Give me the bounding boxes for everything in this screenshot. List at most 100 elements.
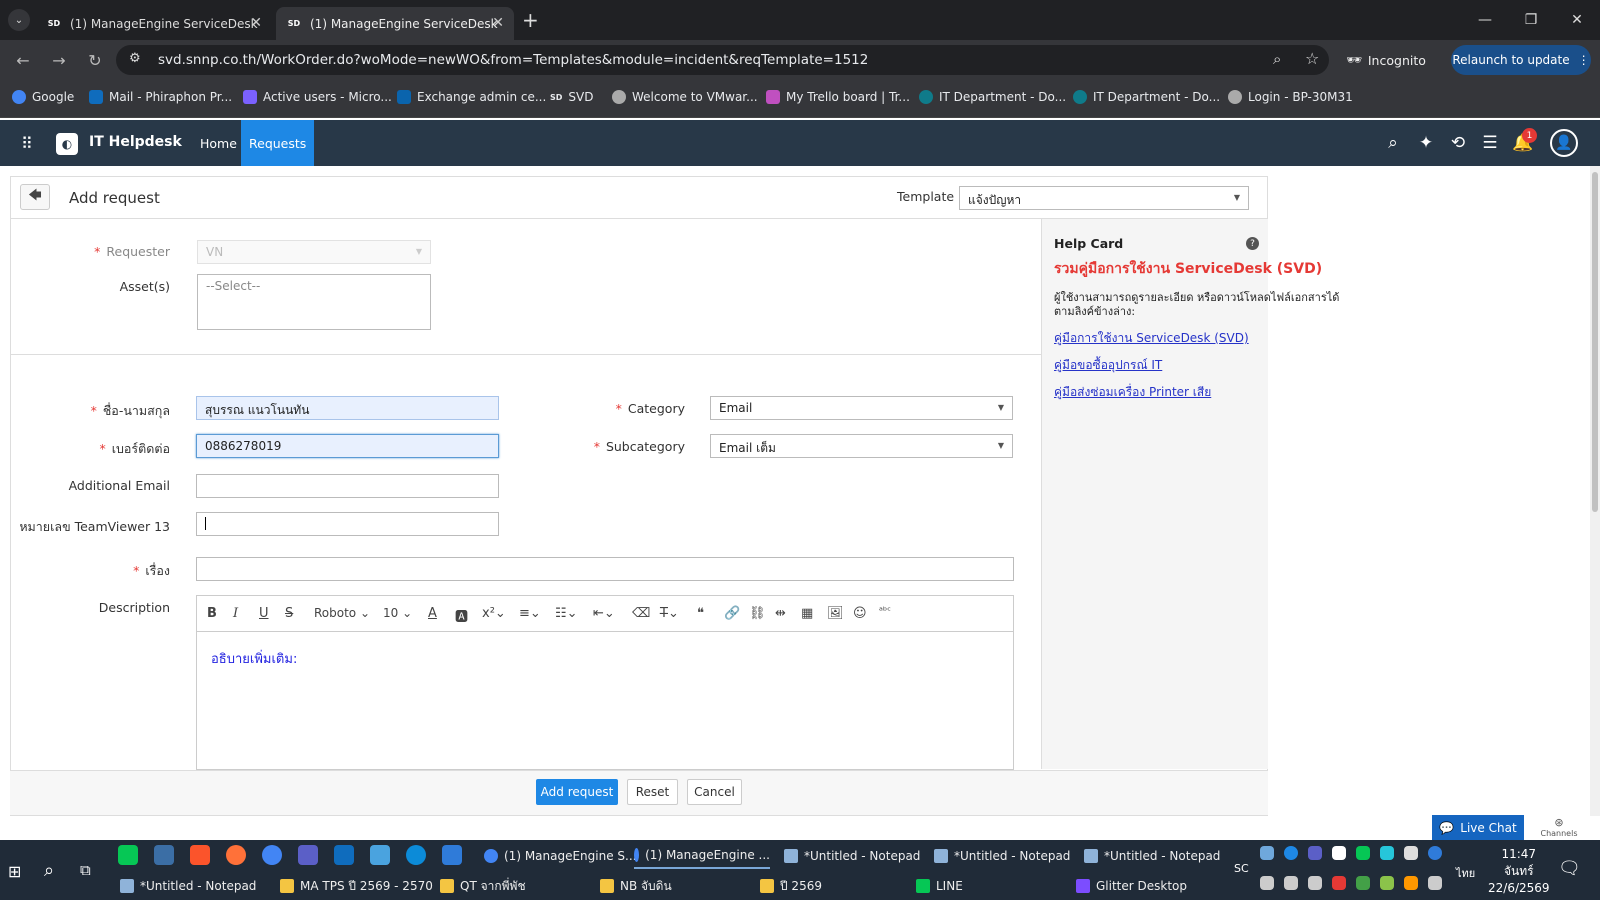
tab-search-icon[interactable]: ⌄ bbox=[8, 9, 30, 31]
close-window-icon[interactable]: ✕ bbox=[1554, 0, 1600, 40]
firefox-icon[interactable] bbox=[226, 845, 246, 865]
taskbar-glitter[interactable]: Glitter Desktop bbox=[1076, 873, 1187, 899]
bookmark-exchange[interactable]: Exchange admin ce... bbox=[397, 90, 546, 104]
tray-app-icon[interactable] bbox=[1332, 876, 1346, 890]
link-icon[interactable]: 🔗 bbox=[724, 606, 740, 621]
taskbar-line[interactable]: LINE bbox=[916, 873, 963, 899]
strikethrough-icon[interactable]: S bbox=[285, 606, 293, 621]
spellcheck-icon[interactable]: ᵃᵇᶜ bbox=[879, 606, 891, 617]
indent-icon[interactable]: ⇤⌄ bbox=[593, 606, 615, 621]
bookmark-svd[interactable]: SD SVD bbox=[550, 90, 593, 104]
bookmark-vmware[interactable]: Welcome to VMwar... bbox=[612, 90, 758, 104]
eraser-icon[interactable]: ⌫ bbox=[632, 606, 650, 621]
windows-start-icon[interactable]: ⊞ bbox=[8, 862, 26, 881]
font-size-select[interactable]: 10 ⌄ bbox=[383, 606, 412, 620]
horizontal-rule-icon[interactable]: ⇹ bbox=[775, 606, 786, 621]
tray-app-icon[interactable] bbox=[1380, 876, 1394, 890]
ai-sparkle-icon[interactable]: ✦ bbox=[1415, 132, 1437, 154]
search-tray-icon[interactable] bbox=[1404, 876, 1418, 890]
more-menu-icon[interactable]: ⋮ bbox=[1578, 53, 1590, 67]
taskbar-chrome-window-active[interactable]: (1) ManageEngine ... bbox=[634, 843, 770, 869]
device-icon[interactable] bbox=[1284, 876, 1298, 890]
browser-tab-active[interactable]: SD (1) ManageEngine ServiceDesk ✕ bbox=[276, 7, 514, 40]
clear-format-icon[interactable]: T̶⌄ bbox=[660, 606, 679, 621]
quote-icon[interactable]: ❝ bbox=[697, 606, 704, 621]
taskbar-folder[interactable]: QT จากพี่พัช bbox=[440, 873, 526, 899]
subcategory-select[interactable]: Email เต็ม ▼ bbox=[710, 434, 1013, 458]
url-text[interactable]: svd.snnp.co.th/WorkOrder.do?woMode=newWO… bbox=[158, 52, 868, 68]
align-icon[interactable]: ≡⌄ bbox=[519, 606, 541, 621]
app-grid-icon[interactable]: ⠿ bbox=[21, 134, 37, 153]
underline-icon[interactable]: U bbox=[259, 606, 269, 621]
tray-app-icon[interactable] bbox=[1404, 846, 1418, 860]
nav-requests[interactable]: Requests bbox=[241, 120, 315, 166]
notifications-icon[interactable]: 🗨 bbox=[1558, 858, 1581, 879]
channels-button[interactable]: ⊛ Channels bbox=[1534, 816, 1584, 842]
image-icon[interactable]: 🖼 bbox=[827, 606, 844, 621]
network-icon[interactable] bbox=[1260, 876, 1274, 890]
help-link-svd-manual[interactable]: คู่มือการใช้งาน ServiceDesk (SVD) bbox=[1054, 329, 1249, 348]
close-tab-icon[interactable]: ✕ bbox=[492, 15, 504, 31]
bullet-list-icon[interactable]: ☷⌄ bbox=[555, 606, 578, 621]
reload-icon[interactable]: ↻ bbox=[85, 50, 105, 70]
back-button-icon[interactable]: 🡄 bbox=[20, 184, 50, 210]
bookmark-google[interactable]: Google bbox=[12, 90, 74, 104]
category-select[interactable]: Email ▼ bbox=[710, 396, 1013, 420]
incognito-indicator[interactable]: 🕶 Incognito bbox=[1346, 47, 1426, 73]
subject-input[interactable] bbox=[196, 557, 1014, 581]
teamviewer-input[interactable] bbox=[196, 512, 499, 536]
tray-app-icon[interactable] bbox=[1260, 846, 1274, 860]
taskbar-notepad[interactable]: *Untitled - Notepad bbox=[934, 843, 1070, 869]
system-clock[interactable]: 11:47 จันทร์ 22/6/2569 bbox=[1488, 846, 1550, 897]
close-tab-icon[interactable]: ✕ bbox=[250, 15, 262, 31]
taskbar-folder[interactable]: NB จับดิน bbox=[600, 873, 672, 899]
bold-icon[interactable]: B bbox=[207, 606, 217, 621]
user-avatar-icon[interactable]: 👤 bbox=[1550, 129, 1578, 157]
shield-check-icon[interactable] bbox=[1356, 876, 1370, 890]
nav-home[interactable]: Home bbox=[192, 120, 245, 166]
security-icon[interactable] bbox=[1332, 846, 1346, 860]
task-view-icon[interactable]: ⧉ bbox=[80, 861, 91, 879]
tray-app-icon[interactable] bbox=[1380, 846, 1394, 860]
new-tab-icon[interactable]: + bbox=[522, 8, 539, 32]
live-chat-button[interactable]: 💬 Live Chat bbox=[1432, 815, 1524, 841]
outlook-icon[interactable] bbox=[334, 845, 354, 865]
bookmark-it-dept-2[interactable]: IT Department - Do... bbox=[1073, 90, 1220, 104]
edge-icon[interactable] bbox=[406, 845, 426, 865]
bookmark-mail[interactable]: Mail - Phiraphon Pr... bbox=[89, 90, 232, 104]
text-color-icon[interactable]: A bbox=[428, 606, 437, 621]
calendar-app-icon[interactable] bbox=[154, 845, 174, 865]
remote-desktop-icon[interactable] bbox=[370, 845, 390, 865]
teams-icon[interactable] bbox=[298, 845, 318, 865]
tray-app-icon[interactable] bbox=[1428, 876, 1442, 890]
zoom-icon[interactable]: ⌕ bbox=[1273, 50, 1281, 68]
add-request-button[interactable]: Add request bbox=[536, 779, 618, 805]
taskbar-notepad[interactable]: *Untitled - Notepad bbox=[784, 843, 920, 869]
bookmark-active-users[interactable]: Active users - Micro... bbox=[243, 90, 392, 104]
omnibox[interactable]: ⚙ svd.snnp.co.th/WorkOrder.do?woMode=new… bbox=[116, 45, 1329, 75]
onedrive-icon[interactable] bbox=[1284, 846, 1298, 860]
restore-icon[interactable]: ❐ bbox=[1508, 0, 1554, 40]
template-select[interactable]: แจ้งปัญหา ▼ bbox=[959, 186, 1249, 210]
taskbar-folder[interactable]: MA TPS ปี 2569 - 2570 bbox=[280, 873, 433, 899]
help-link-it-purchase[interactable]: คู่มือขอซื้ออุปกรณ์ IT bbox=[1054, 356, 1162, 375]
additional-email-input[interactable] bbox=[196, 474, 499, 498]
teamviewer-icon[interactable] bbox=[442, 845, 462, 865]
taskbar-notepad[interactable]: *Untitled - Notepad bbox=[120, 873, 256, 899]
history-icon[interactable]: ⟲ bbox=[1447, 132, 1469, 154]
description-text[interactable]: อธิบายเพิ่มเติม: bbox=[211, 648, 297, 669]
font-family-select[interactable]: Roboto ⌄ bbox=[314, 606, 370, 620]
bookmark-trello[interactable]: My Trello board | Tr... bbox=[766, 90, 910, 104]
bookmark-login[interactable]: Login - BP-30M31 bbox=[1228, 90, 1353, 104]
italic-icon[interactable]: I bbox=[233, 606, 238, 621]
name-input[interactable]: สุบรรณ แนวโนนทัน bbox=[196, 396, 499, 420]
unlink-icon[interactable]: ⛓ bbox=[749, 606, 766, 621]
help-icon[interactable]: ? bbox=[1246, 237, 1259, 250]
volume-icon[interactable] bbox=[1308, 876, 1322, 890]
tray-sc-label[interactable]: SC bbox=[1234, 862, 1249, 875]
teamviewer-tray-icon[interactable] bbox=[1428, 846, 1442, 860]
taskbar-notepad[interactable]: *Untitled - Notepad bbox=[1084, 843, 1220, 869]
bookmark-it-dept-1[interactable]: IT Department - Do... bbox=[919, 90, 1066, 104]
scrollbar-thumb[interactable] bbox=[1592, 172, 1598, 512]
search-icon[interactable]: ⌕ bbox=[44, 860, 54, 881]
